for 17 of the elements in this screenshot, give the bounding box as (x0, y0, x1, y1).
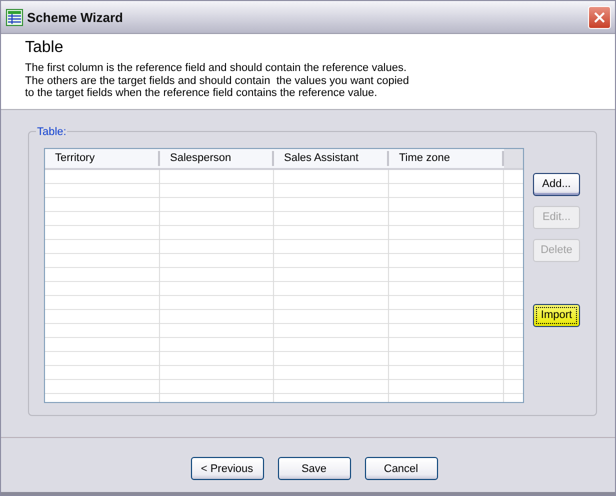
column-header[interactable]: Salesperson (160, 150, 274, 166)
window-title: Scheme Wizard (27, 10, 124, 24)
nav-button[interactable]: < Previous (190, 457, 264, 480)
close-icon (593, 10, 606, 24)
table-icon (6, 8, 23, 26)
group-label: Table: (36, 126, 68, 138)
action-button[interactable]: Add... (533, 172, 580, 196)
column-header[interactable]: Territory (45, 150, 160, 166)
description-text: The first column is the reference field and should contain the reference values. (25, 62, 408, 74)
page-title: Table (25, 39, 64, 57)
nav-button[interactable]: Cancel (364, 457, 438, 480)
description-text: to the target fields when the reference field contains the reference value. (25, 87, 378, 100)
nav-button[interactable]: Save (278, 457, 350, 480)
column-header[interactable]: Sales Assistant (274, 150, 389, 166)
description-text: The others are the target fields and should contain the values you want copied (25, 74, 410, 87)
close-button[interactable] (588, 6, 611, 28)
action-button[interactable]: Import (533, 304, 580, 326)
